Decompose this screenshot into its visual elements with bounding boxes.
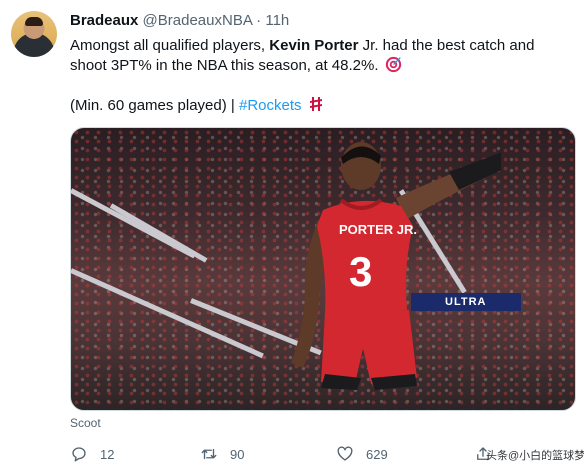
media-caption: Scoot xyxy=(70,416,101,430)
like-button[interactable]: 629 xyxy=(336,444,388,464)
tweet-media-photo[interactable]: ULTRA PORTER JR. 3 xyxy=(70,127,576,411)
retweet-button[interactable]: 90 xyxy=(200,444,244,464)
target-icon xyxy=(385,56,401,73)
hashtag-rockets[interactable]: #Rockets xyxy=(239,97,302,114)
jersey-name: PORTER JR. xyxy=(339,222,417,237)
watermark: 头条@小白的篮球梦 xyxy=(486,450,584,462)
rockets-logo-icon xyxy=(309,97,322,111)
reply-button[interactable]: 12 xyxy=(70,444,114,464)
tweet: Bradeaux @BradeauxNBA · 11h Amongst all … xyxy=(0,0,584,472)
tweet-text-part: Amongst all qualified players, xyxy=(70,37,270,54)
qualifier-text: (Min. 60 games played) | xyxy=(70,97,239,114)
retweet-icon xyxy=(201,448,217,460)
user-handle[interactable]: @BradeauxNBA xyxy=(143,12,252,29)
reply-icon xyxy=(72,447,86,462)
reply-count: 12 xyxy=(100,446,115,462)
avatar[interactable] xyxy=(11,11,57,57)
jersey-number: 3 xyxy=(349,248,372,295)
qualifier-line: (Min. 60 games played) | #Rockets xyxy=(70,96,323,116)
player-figure: PORTER JR. 3 xyxy=(291,142,501,390)
heart-icon xyxy=(337,446,353,461)
tweet-header: Bradeaux @BradeauxNBA · 11h xyxy=(70,12,289,30)
retweet-count: 90 xyxy=(230,446,245,462)
like-count: 629 xyxy=(366,446,388,462)
separator-dot: · xyxy=(256,12,262,29)
player-name: Kevin Porter xyxy=(269,37,359,54)
timestamp[interactable]: 11h xyxy=(265,12,289,29)
tweet-text: Amongst all qualified players, Kevin Por… xyxy=(70,36,570,76)
display-name[interactable]: Bradeaux xyxy=(70,12,138,29)
